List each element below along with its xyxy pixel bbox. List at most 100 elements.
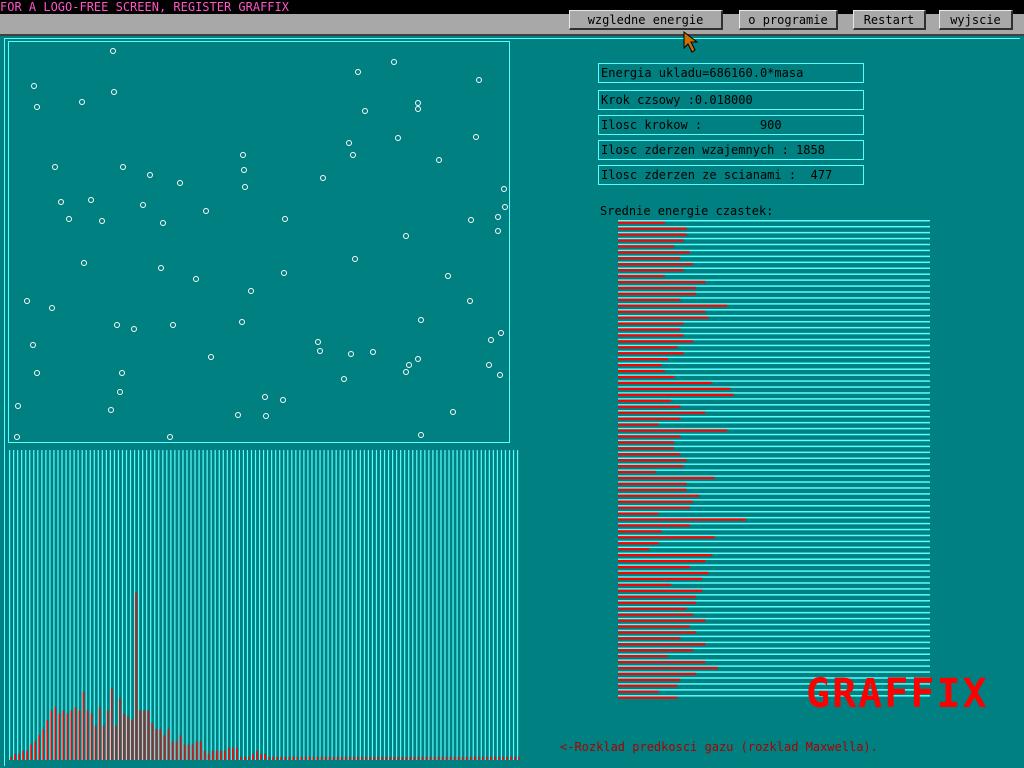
histogram-column-track xyxy=(331,450,333,760)
particle xyxy=(468,217,474,223)
particle xyxy=(467,298,473,304)
about-button[interactable]: o programie xyxy=(739,10,838,30)
particle xyxy=(117,389,123,395)
energy-row-track xyxy=(618,326,930,329)
energy-row-track xyxy=(618,564,930,566)
histogram-bar xyxy=(256,750,258,760)
energy-bar xyxy=(618,524,690,527)
histogram-bar xyxy=(98,707,101,760)
histogram-column-track xyxy=(13,450,15,760)
histogram-column-track xyxy=(206,450,208,760)
simulation-box xyxy=(8,41,510,443)
histogram-bar xyxy=(445,756,448,760)
histogram-bar xyxy=(272,756,274,760)
particle xyxy=(119,370,125,376)
histogram-bar xyxy=(106,710,109,760)
energy-bar xyxy=(618,334,684,337)
energy-bar xyxy=(618,405,681,408)
energy-row-track xyxy=(618,243,930,246)
histogram-bar xyxy=(54,707,57,760)
histogram-bar xyxy=(481,756,484,760)
histogram-bar xyxy=(34,741,37,760)
particle xyxy=(15,403,21,409)
histogram-column-track xyxy=(142,450,144,760)
energy-row-track xyxy=(618,600,930,602)
particle xyxy=(30,342,36,348)
graffix-logo: GRAFFIX xyxy=(806,671,989,717)
histogram-bar xyxy=(340,756,343,760)
particle xyxy=(415,106,421,112)
time-step-field: Krok czsowy :0.018000 xyxy=(598,90,864,110)
energy-row-track xyxy=(618,237,930,240)
energy-row-track xyxy=(618,285,930,287)
energy-bar xyxy=(618,637,681,640)
histogram-column-track xyxy=(512,450,515,760)
particle xyxy=(66,216,72,222)
histogram-bar xyxy=(356,756,359,760)
histogram-column-track xyxy=(117,450,120,760)
histogram-bar xyxy=(316,756,319,760)
histogram-column-track xyxy=(444,450,446,760)
restart-button[interactable]: Restart xyxy=(853,10,926,30)
histogram-bar xyxy=(324,756,327,760)
energy-bar xyxy=(618,649,693,652)
histogram-column-track xyxy=(222,450,224,760)
particle xyxy=(108,407,114,413)
histogram-column-track xyxy=(424,450,426,760)
mutual-collisions-field: Ilosc zderzen wzajemnych : 1858 xyxy=(598,140,864,160)
energy-row-track xyxy=(618,303,930,305)
energy-bar xyxy=(618,257,681,260)
histogram-column-track xyxy=(275,450,277,760)
histogram-column-track xyxy=(327,450,329,760)
histogram-column-track xyxy=(17,450,19,760)
histogram-bar xyxy=(280,756,282,760)
energy-bar xyxy=(618,643,706,646)
histogram-column-track xyxy=(69,450,71,760)
energy-row-track xyxy=(618,505,930,507)
energy-row-track xyxy=(618,315,930,317)
relative-energy-button[interactable]: wzgledne energie xyxy=(569,10,723,30)
particle xyxy=(111,89,117,95)
energy-row-track xyxy=(618,552,930,555)
energy-bar xyxy=(618,464,684,468)
energy-bar xyxy=(618,292,696,295)
particle xyxy=(406,362,412,368)
energy-bar xyxy=(618,559,706,563)
histogram-column-track xyxy=(186,450,188,760)
histogram-column-track xyxy=(53,450,55,760)
histogram-column-track xyxy=(480,450,482,760)
histogram-bar xyxy=(223,750,226,760)
histogram-column-track xyxy=(61,450,63,760)
histogram-bar xyxy=(123,713,125,760)
energy-row-track xyxy=(618,510,930,513)
energy-row-track xyxy=(618,659,930,661)
energy-row-track xyxy=(618,653,930,655)
histogram-bar xyxy=(518,756,520,760)
histogram-bar xyxy=(393,756,395,760)
energy-bar xyxy=(618,654,668,658)
histogram-column-track xyxy=(508,450,511,760)
energy-row-track xyxy=(618,309,930,311)
exit-button[interactable]: wyjscie xyxy=(939,10,1013,30)
particle xyxy=(450,409,456,415)
energy-row-track xyxy=(618,528,930,531)
particle xyxy=(167,434,173,440)
energy-bar xyxy=(618,512,659,515)
histogram-bar xyxy=(292,756,295,760)
histogram-column-track xyxy=(198,450,200,760)
histogram-column-track xyxy=(500,450,503,760)
histogram-column-track xyxy=(113,450,116,760)
particle xyxy=(88,197,94,203)
histogram-column-track xyxy=(238,450,240,760)
histogram-column-track xyxy=(258,450,261,760)
energy-bar xyxy=(618,417,681,420)
energy-row-track xyxy=(618,255,930,258)
energy-row-track xyxy=(618,398,930,400)
energy-row-track xyxy=(618,415,930,418)
energy-bar xyxy=(618,530,662,533)
particle xyxy=(120,164,126,170)
histogram-column-track xyxy=(45,450,47,760)
particle xyxy=(418,432,424,438)
energy-row-track xyxy=(618,445,930,448)
histogram-bar xyxy=(421,756,424,760)
